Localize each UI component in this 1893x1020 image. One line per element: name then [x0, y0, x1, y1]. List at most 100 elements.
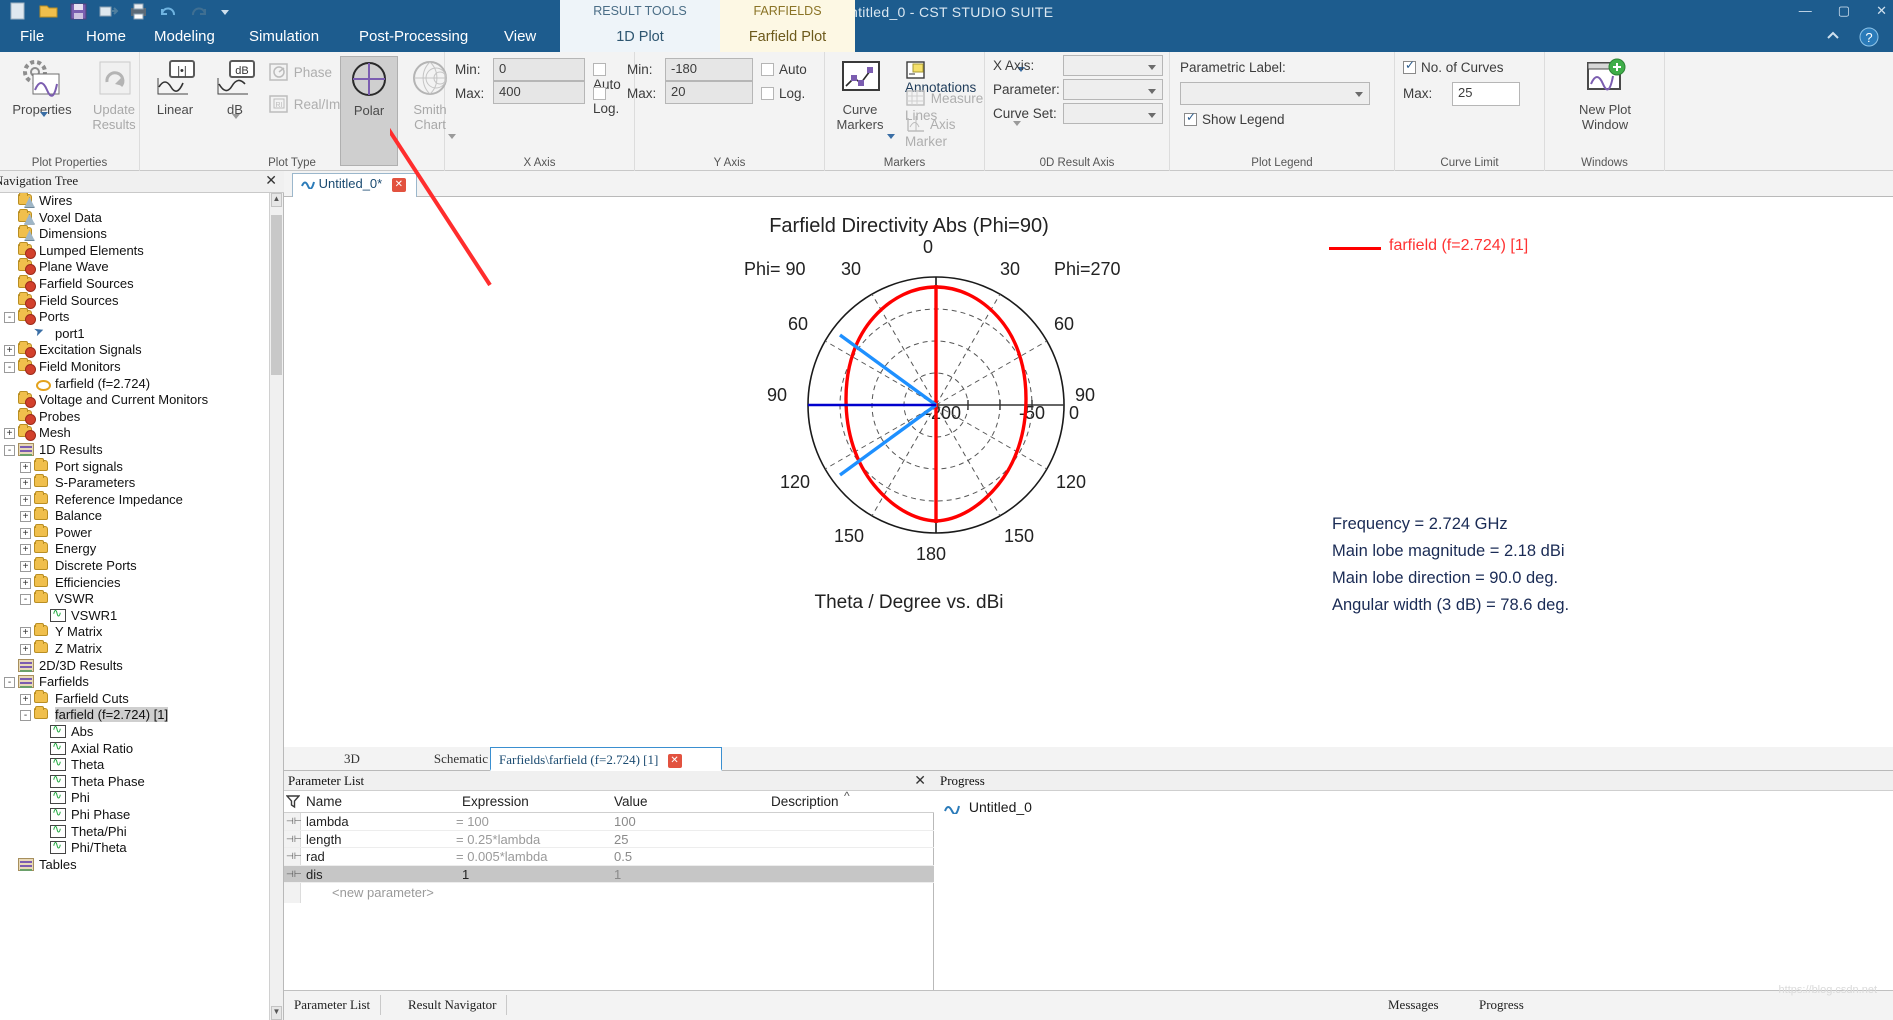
parametric-label-combo[interactable] — [1180, 82, 1370, 105]
tree-expander-icon[interactable]: + — [20, 644, 31, 656]
nav-item-1d-results[interactable]: - 1D Results — [0, 442, 270, 459]
nav-item-theta-phase[interactable]: Theta Phase — [0, 771, 270, 791]
tree-expander-icon[interactable]: + — [20, 527, 31, 539]
nav-item-field-monitors[interactable]: - Field Monitors — [0, 357, 270, 376]
nav-item-farfields[interactable]: - Farfields — [0, 674, 270, 691]
y-log-checkbox[interactable]: Log. — [761, 86, 805, 101]
tree-expander-icon[interactable]: + — [20, 461, 31, 473]
tree-expander-icon[interactable]: - — [4, 361, 15, 373]
tree-expander-icon[interactable]: + — [20, 544, 31, 556]
table-row[interactable]: ⊣⊢ lambda = 100 100 — [284, 813, 934, 831]
column-header-name[interactable]: Name — [306, 794, 342, 809]
plot-tab-untitled[interactable]: Untitled_0* ✕ — [292, 173, 417, 197]
axis-marker-button[interactable]: Axis Marker — [905, 114, 1021, 149]
tree-expander-icon[interactable]: + — [20, 494, 31, 506]
x-max-input[interactable]: 400 — [493, 81, 585, 104]
nav-item-voxel-data[interactable]: Voxel Data — [0, 208, 270, 227]
y-min-input[interactable]: -180 — [665, 58, 753, 81]
tree-expander-icon[interactable]: - — [4, 444, 15, 456]
parameter-table[interactable]: Name Expression Value Description ^ ⊣⊢ l… — [284, 789, 934, 903]
table-row[interactable]: ⊣⊢ rad = 0.005*lambda 0.5 — [284, 848, 934, 866]
polar-button[interactable]: Polar — [340, 56, 398, 166]
parameter-combo[interactable] — [1063, 79, 1163, 100]
status-tab-progress[interactable]: Progress — [1469, 995, 1534, 1015]
row-handle-icon[interactable]: ⊣⊢ — [286, 815, 302, 827]
curve-markers-button[interactable]: Curve Markers — [817, 58, 903, 139]
tree-expander-icon[interactable]: + — [20, 478, 31, 490]
phase-button[interactable]: Phase — [268, 62, 332, 82]
table-row[interactable]: ⊣⊢ dis 1 1 — [284, 865, 934, 883]
tab-post-processing[interactable]: Post-Processing — [345, 22, 482, 52]
status-tab-result-navigator[interactable]: Result Navigator — [398, 995, 508, 1015]
row-handle-icon[interactable]: ⊣⊢ — [286, 850, 302, 862]
tree-expander-icon[interactable]: - — [20, 594, 31, 606]
nav-item-vswr1[interactable]: VSWR1 — [0, 605, 270, 625]
nav-item-2d-3d-results[interactable]: 2D/3D Results — [0, 658, 270, 675]
tree-expander-icon[interactable]: + — [4, 428, 15, 440]
row-handle-icon[interactable]: ⊣⊢ — [286, 868, 302, 880]
help-icon[interactable]: ? — [1859, 27, 1879, 50]
column-header-value[interactable]: Value — [614, 794, 648, 809]
column-header-expression[interactable]: Expression — [462, 794, 529, 809]
nav-item-field-sources[interactable]: Field Sources — [0, 291, 270, 310]
column-header-description[interactable]: Description — [771, 794, 839, 809]
y-auto-checkbox[interactable]: Auto — [761, 62, 807, 77]
linear-button[interactable]: |•| Linear — [144, 58, 206, 117]
nav-item-excitation-signals[interactable]: + Excitation Signals — [0, 341, 270, 359]
tab-farfield-plot[interactable]: Farfield Plot — [720, 22, 855, 52]
table-row[interactable]: ⊣⊢ length = 0.25*lambda 25 — [284, 831, 934, 848]
nav-item-abs[interactable]: Abs — [0, 721, 270, 741]
status-tab-parameter-list[interactable]: Parameter List — [284, 995, 382, 1015]
nav-item-lumped-elements[interactable]: Lumped Elements — [0, 241, 270, 260]
nav-item-theta-phi[interactable]: Theta/Phi — [0, 821, 270, 841]
nav-item-s-parameters[interactable]: + S-Parameters — [0, 474, 270, 492]
scroll-down-arrow-icon[interactable]: ▼ — [271, 1006, 282, 1020]
tab-view[interactable]: View — [490, 22, 550, 52]
close-icon[interactable]: ✕ — [265, 172, 277, 189]
nav-item-dimensions[interactable]: Dimensions — [0, 225, 270, 243]
close-tab-icon[interactable]: ✕ — [391, 178, 406, 192]
nav-item-tables[interactable]: Tables — [0, 857, 270, 874]
nav-item-farfield-f-2-724-1[interactable]: - farfield (f=2.724) [1] — [0, 706, 270, 724]
navigation-tree-list[interactable]: Wires Voxel Data Dimensions Lumped Elements… — [0, 193, 270, 1020]
tree-expander-icon[interactable]: + — [20, 693, 31, 705]
nav-item-y-matrix[interactable]: + Y Matrix — [0, 623, 270, 641]
nav-item-phi[interactable]: Phi — [0, 787, 270, 807]
tab-modeling[interactable]: Modeling — [140, 22, 229, 52]
progress-item[interactable]: Untitled_0 — [944, 799, 1032, 816]
nav-item-balance[interactable]: + Balance — [0, 507, 270, 525]
status-tab-messages[interactable]: Messages — [1378, 995, 1449, 1015]
scrollbar-thumb[interactable] — [271, 215, 282, 375]
nav-item-discrete-ports[interactable]: + Discrete Ports — [0, 557, 270, 575]
nav-item-farfield-cuts[interactable]: + Farfield Cuts — [0, 689, 270, 708]
nav-item-voltage-and-current-monitors[interactable]: Voltage and Current Monitors — [0, 391, 270, 409]
tree-expander-icon[interactable]: - — [4, 677, 15, 689]
tree-expander-icon[interactable]: + — [20, 561, 31, 573]
nav-item-port1[interactable]: port1 — [0, 326, 270, 343]
new-parameter-row[interactable]: <new parameter> — [284, 883, 934, 903]
tree-expander-icon[interactable]: - — [4, 312, 15, 324]
nav-item-phi-theta[interactable]: Phi/Theta — [0, 837, 270, 857]
curve-max-input[interactable]: 25 — [1452, 82, 1520, 106]
nav-item-energy[interactable]: + Energy — [0, 540, 270, 558]
x-min-input[interactable]: 0 — [493, 58, 585, 81]
close-icon[interactable]: ✕ — [914, 772, 926, 789]
nav-item-vswr[interactable]: - VSWR — [0, 590, 270, 608]
tab-1d-plot[interactable]: 1D Plot — [560, 22, 720, 52]
tree-expander-icon[interactable]: + — [20, 577, 31, 589]
plot-canvas[interactable]: Farfield Directivity Abs (Phi=90) Theta … — [284, 197, 1893, 747]
nav-item-farfield-f-2-724[interactable]: farfield (f=2.724) — [0, 376, 270, 393]
nav-item-power[interactable]: + Power — [0, 523, 270, 542]
tree-expander-icon[interactable]: - — [20, 710, 31, 722]
close-tab-icon[interactable]: ✕ — [667, 754, 682, 768]
nav-item-plane-wave[interactable]: Plane Wave — [0, 258, 270, 276]
x-axis-combo[interactable] — [1063, 55, 1163, 76]
tree-expander-icon[interactable]: + — [20, 627, 31, 639]
doctab-farfield-result[interactable]: Farfields\farfield (f=2.724) [1] ✕ — [490, 747, 722, 771]
curve-set-combo[interactable] — [1063, 103, 1163, 124]
db-caret-icon[interactable] — [232, 114, 240, 119]
nav-item-efficiencies[interactable]: + Efficiencies — [0, 573, 270, 592]
nav-item-probes[interactable]: Probes — [0, 407, 270, 426]
nav-item-farfield-sources[interactable]: Farfield Sources — [0, 274, 270, 293]
nav-item-axial-ratio[interactable]: Axial Ratio — [0, 738, 270, 758]
